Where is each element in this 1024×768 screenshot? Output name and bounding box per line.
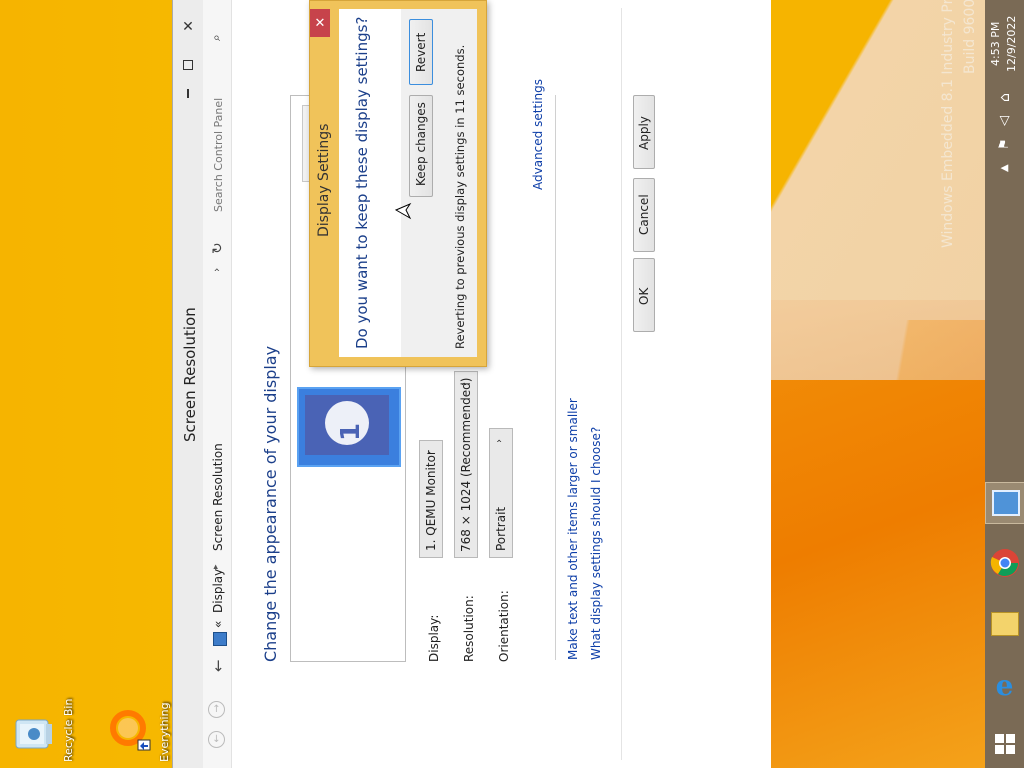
chevron-down-icon: › <box>424 451 435 455</box>
everything-label: Everything <box>158 702 171 762</box>
revert-label: Revert <box>414 32 428 72</box>
close-button[interactable]: ✕ <box>173 14 203 40</box>
forward-icon[interactable]: ↑ <box>208 701 225 718</box>
minimize-button[interactable] <box>173 80 203 106</box>
chevron-down-icon: › <box>459 382 470 386</box>
windows-logo-icon <box>994 734 1015 754</box>
maximize-icon <box>183 60 193 70</box>
chevron-down-icon: › <box>494 439 505 443</box>
everything-shortcut[interactable]: Everything <box>100 700 172 766</box>
address-bar: ⌕ Search Control Panel ↻ › Screen Resolu… <box>203 0 232 768</box>
clock-date: 12/9/2022 <box>1005 15 1018 72</box>
display-select[interactable]: 1. QEMU Monitor › <box>419 440 443 558</box>
tray-overflow-icon[interactable]: ▲ <box>999 164 1010 172</box>
orientation-value: Portrait <box>494 506 508 551</box>
cancel-label: Cancel <box>637 194 651 235</box>
minimize-icon <box>187 88 189 98</box>
cancel-button[interactable]: Cancel <box>633 178 655 252</box>
ok-label: OK <box>637 287 651 305</box>
divider <box>555 95 556 660</box>
search-icon[interactable]: ⌕ <box>209 34 224 41</box>
resolution-select[interactable]: 768 × 1024 (Recommended) › <box>454 371 478 558</box>
windows-edition-watermark: Windows Embedded 8.1 Industry Pro <box>940 0 956 248</box>
network-icon[interactable]: ⌂ <box>997 93 1013 102</box>
orientation-label: Orientation: <box>497 590 511 662</box>
advanced-settings-link[interactable]: Advanced settings <box>531 79 545 190</box>
recycle-bin-icon <box>15 719 52 749</box>
monitor-thumbnail[interactable]: 1 <box>297 387 401 467</box>
refresh-icon[interactable]: ↻ <box>210 242 226 254</box>
taskbar-item-chrome[interactable] <box>985 543 1024 583</box>
apply-button[interactable]: Apply <box>633 95 655 169</box>
apply-label: Apply <box>637 116 651 150</box>
address-dropdown-icon[interactable]: › <box>210 268 223 272</box>
dialog-question: Do you want to keep these display settin… <box>353 16 371 349</box>
keep-changes-button[interactable]: Keep changes <box>409 95 433 197</box>
clock[interactable]: 4:53 PM 12/9/2022 <box>985 2 1024 74</box>
mouse-cursor-icon <box>394 202 412 220</box>
keep-changes-label: Keep changes <box>414 102 428 186</box>
breadcrumb-overflow[interactable]: « <box>211 621 225 628</box>
taskbar-item-control-panel[interactable] <box>985 482 1024 524</box>
internet-explorer-icon: e <box>995 668 1014 702</box>
recycle-bin-shortcut[interactable]: Recycle Bin <box>6 698 76 764</box>
text-size-link[interactable]: Make text and other items larger or smal… <box>566 398 580 660</box>
resolution-label: Resolution: <box>462 595 476 662</box>
taskbar-item-ie[interactable]: e <box>985 665 1024 705</box>
build-watermark: Build 9600 <box>962 0 978 74</box>
dialog-body: Do you want to keep these display settin… <box>339 9 477 357</box>
up-arrow-icon[interactable]: ← <box>209 659 227 672</box>
flag-icon[interactable]: ⚑ <box>997 138 1012 150</box>
taskbar-item-explorer[interactable] <box>985 604 1024 644</box>
back-icon[interactable]: ↓ <box>208 731 225 748</box>
window-title: Screen Resolution <box>181 307 199 442</box>
orientation-select[interactable]: Portrait › <box>489 428 513 558</box>
page-heading: Change the appearance of your display <box>261 345 280 662</box>
breadcrumb-item-display[interactable]: Display <box>211 569 225 613</box>
resolution-value: 768 × 1024 (Recommended) <box>459 377 473 552</box>
maximize-button[interactable] <box>173 52 203 78</box>
start-button[interactable] <box>985 724 1024 764</box>
display-value: 1. QEMU Monitor <box>424 450 438 551</box>
monitor-number: 1 <box>336 422 366 441</box>
revert-button[interactable]: Revert <box>409 19 433 85</box>
magnifier-icon <box>110 710 151 751</box>
window-edge <box>621 8 622 760</box>
display-settings-dialog: ✕ Display Settings Do you want to keep t… <box>309 0 487 367</box>
countdown-text: Reverting to previous display settings i… <box>453 44 467 349</box>
clock-time: 4:53 PM <box>989 21 1002 66</box>
title-bar: ✕ Screen Resolution <box>173 0 204 768</box>
dialog-close-button[interactable]: ✕ <box>310 9 330 37</box>
search-input[interactable]: Search Control Panel <box>212 98 225 212</box>
wallpaper-shape <box>770 380 985 768</box>
close-icon: ✕ <box>314 15 326 31</box>
close-icon: ✕ <box>182 19 194 35</box>
control-panel-icon <box>991 490 1020 516</box>
dialog-title: Display Settings <box>316 123 332 237</box>
breadcrumb-item-screen-resolution[interactable]: Screen Resolution <box>211 443 225 551</box>
dialog-button-area: Revert Keep changes Reverting to previou… <box>401 9 477 357</box>
speaker-icon[interactable]: ◁ <box>997 116 1012 126</box>
control-panel-icon <box>213 632 227 646</box>
display-label: Display: <box>427 614 441 662</box>
folder-icon <box>990 612 1019 636</box>
chrome-icon <box>990 549 1019 577</box>
ok-button[interactable]: OK <box>633 258 655 332</box>
taskbar: 4:53 PM 12/9/2022 ⌂ ◁ ⚑ ▲ e <box>985 0 1024 768</box>
recycle-bin-label: Recycle Bin <box>62 698 75 762</box>
display-settings-help-link[interactable]: What display settings should I choose? <box>589 427 603 660</box>
